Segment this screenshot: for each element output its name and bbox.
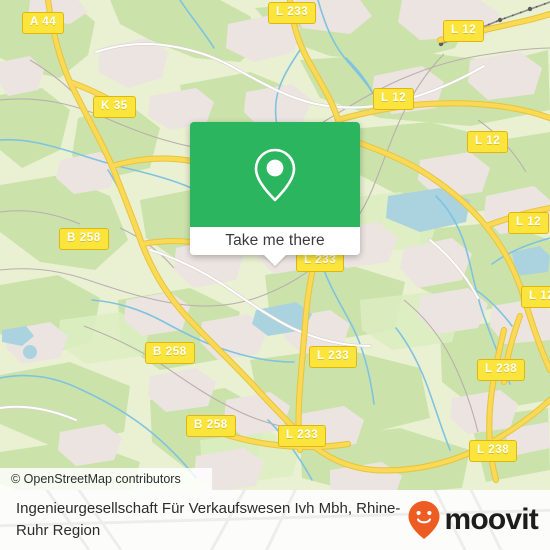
road-shield: L 233: [278, 425, 327, 447]
road-shield: L 233: [309, 346, 358, 368]
place-title: Ingenieurgesellschaft Für Verkaufswesen …: [16, 500, 401, 539]
moovit-brand[interactable]: moovit: [407, 500, 539, 540]
road-shield: L 12: [521, 286, 550, 308]
map-screenshot: A 44 L 233 L 12 K 35 L 12 L 12 L 12 B 258 L 233 L…: [0, 0, 550, 550]
road-shield: A 44: [22, 12, 65, 34]
road-shield: L 238: [469, 440, 518, 462]
osm-attribution-text: © OpenStreetMap contributors: [11, 472, 181, 486]
road-shield: B 258: [186, 415, 236, 437]
take-me-there-label: Take me there: [225, 232, 325, 249]
footer-content: Ingenieurgesellschaft Für Verkaufswesen …: [0, 490, 550, 550]
osm-attribution[interactable]: © OpenStreetMap contributors: [0, 468, 212, 490]
moovit-smiley-pin-icon: [408, 501, 440, 539]
map-pin-icon: [254, 148, 296, 201]
popup-tail-pointer: [263, 254, 287, 266]
road-shield: L 12: [373, 88, 415, 110]
road-shield: L 12: [467, 131, 509, 153]
moovit-wordmark: moovit: [444, 503, 538, 536]
road-shield: L 12: [443, 20, 485, 42]
location-popup-card[interactable]: Take me there: [190, 122, 360, 266]
road-shield: L 238: [477, 359, 526, 381]
road-shield: K 35: [93, 96, 136, 118]
popup-card-header: [190, 122, 360, 227]
road-shield: B 258: [59, 228, 109, 250]
popup-card-footer[interactable]: Take me there: [190, 227, 360, 266]
footer-bar: Ingenieurgesellschaft Für Verkaufswesen …: [0, 490, 550, 550]
road-shield: B 258: [145, 342, 195, 364]
road-shield: L 233: [268, 2, 317, 24]
road-shield: L 12: [508, 212, 550, 234]
